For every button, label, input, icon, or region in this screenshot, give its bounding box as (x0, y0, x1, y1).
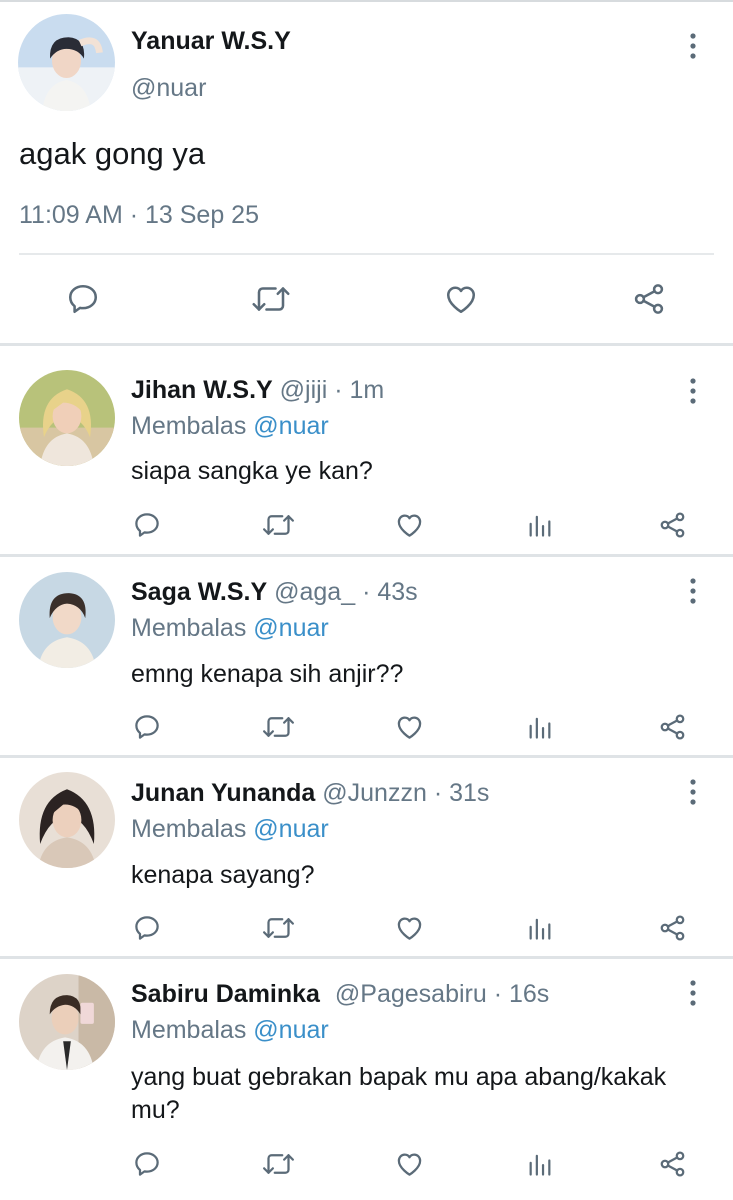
reply-item[interactable]: Junan Yunanda @Junzzn · 31s Membalas @nu… (0, 758, 733, 956)
separator-dot: · (493, 980, 503, 1008)
author-name[interactable]: Jihan W.S.Y (131, 376, 273, 404)
avatar[interactable] (19, 974, 115, 1070)
avatar[interactable] (18, 14, 115, 111)
main-post: Yanuar W.S.Y @nuar agak gong ya 11:09 AM… (0, 0, 733, 345)
author-name[interactable]: Junan Yunanda (131, 779, 315, 807)
share-icon[interactable] (630, 281, 668, 317)
reply-time: 43s (377, 578, 418, 606)
author-handle[interactable]: @nuar (131, 74, 206, 103)
reply-time: 1m (349, 376, 385, 404)
reply-icon[interactable] (132, 510, 162, 540)
like-icon[interactable] (394, 1149, 425, 1179)
mention-link[interactable]: @nuar (253, 614, 328, 642)
like-icon[interactable] (442, 281, 480, 317)
reply-item[interactable]: Jihan W.S.Y @jiji · 1m Membalas @nuar si… (0, 346, 733, 554)
reply-text: emng kenapa sih anjir?? (131, 660, 404, 688)
retweet-icon[interactable] (261, 913, 296, 943)
replying-prefix: Membalas (131, 1016, 247, 1044)
separator-dot: · (433, 779, 443, 807)
author-name[interactable]: Yanuar W.S.Y (131, 27, 291, 56)
retweet-icon[interactable] (250, 281, 292, 317)
like-icon[interactable] (394, 510, 425, 540)
author-handle[interactable]: @Pagesabiru (335, 980, 487, 1008)
reply-header: Jihan W.S.Y @jiji · 1m (131, 376, 384, 405)
reply-text: siapa sangka ye kan? (131, 457, 373, 485)
reply-item[interactable]: Saga W.S.Y @aga_ · 43s Membalas @nuar em… (0, 557, 733, 755)
replying-to: Membalas @nuar (131, 614, 329, 643)
reply-text: yang buat gebrakan bapak mu apa abang/ka… (131, 1063, 667, 1124)
replying-to: Membalas @nuar (131, 1016, 329, 1045)
top-divider (0, 0, 733, 2)
author-handle[interactable]: @aga_ (274, 578, 355, 606)
reply-time: 31s (449, 779, 490, 807)
more-options-icon[interactable] (685, 776, 701, 810)
like-icon[interactable] (394, 712, 425, 742)
avatar[interactable] (19, 772, 115, 868)
reply-header: Sabiru Daminka @Pagesabiru · 16s (131, 980, 549, 1009)
reply-icon[interactable] (132, 712, 162, 742)
divider (19, 253, 714, 255)
mention-link[interactable]: @nuar (253, 412, 328, 440)
analytics-icon[interactable] (526, 913, 554, 943)
author-name[interactable]: Sabiru Daminka (131, 980, 320, 1008)
post-timestamp: 11:09 AM · 13 Sep 25 (19, 201, 259, 229)
more-options-icon[interactable] (685, 977, 701, 1011)
author-name[interactable]: Saga W.S.Y (131, 578, 267, 606)
reply-item[interactable]: Sabiru Daminka @Pagesabiru · 16s Membala… (0, 959, 733, 1200)
reply-time: 16s (509, 980, 550, 1008)
retweet-icon[interactable] (261, 1149, 296, 1179)
retweet-icon[interactable] (261, 510, 296, 540)
replying-prefix: Membalas (131, 815, 247, 843)
share-icon[interactable] (657, 913, 688, 943)
retweet-icon[interactable] (261, 712, 296, 742)
author-handle[interactable]: @jiji (280, 376, 328, 404)
more-options-icon[interactable] (685, 375, 701, 409)
post-text: agak gong ya (19, 136, 206, 171)
reply-icon[interactable] (132, 913, 162, 943)
analytics-icon[interactable] (526, 510, 554, 540)
share-icon[interactable] (657, 510, 688, 540)
reply-icon[interactable] (65, 281, 101, 317)
mention-link[interactable]: @nuar (253, 1016, 328, 1044)
more-options-icon[interactable] (685, 575, 701, 609)
avatar[interactable] (19, 572, 115, 668)
replying-to: Membalas @nuar (131, 815, 329, 844)
like-icon[interactable] (394, 913, 425, 943)
more-options-icon[interactable] (685, 30, 701, 64)
reply-header: Saga W.S.Y @aga_ · 43s (131, 578, 418, 607)
share-icon[interactable] (657, 1149, 688, 1179)
replying-prefix: Membalas (131, 614, 247, 642)
replying-prefix: Membalas (131, 412, 247, 440)
separator-dot: · (334, 376, 343, 404)
analytics-icon[interactable] (526, 712, 554, 742)
analytics-icon[interactable] (526, 1149, 554, 1179)
replying-to: Membalas @nuar (131, 412, 329, 441)
reply-text: kenapa sayang? (131, 861, 315, 889)
avatar[interactable] (19, 370, 115, 466)
reply-icon[interactable] (132, 1149, 162, 1179)
mention-link[interactable]: @nuar (253, 815, 328, 843)
author-handle[interactable]: @Junzzn (322, 779, 427, 807)
separator-dot: · (362, 578, 371, 606)
reply-header: Junan Yunanda @Junzzn · 31s (131, 779, 489, 808)
share-icon[interactable] (657, 712, 688, 742)
